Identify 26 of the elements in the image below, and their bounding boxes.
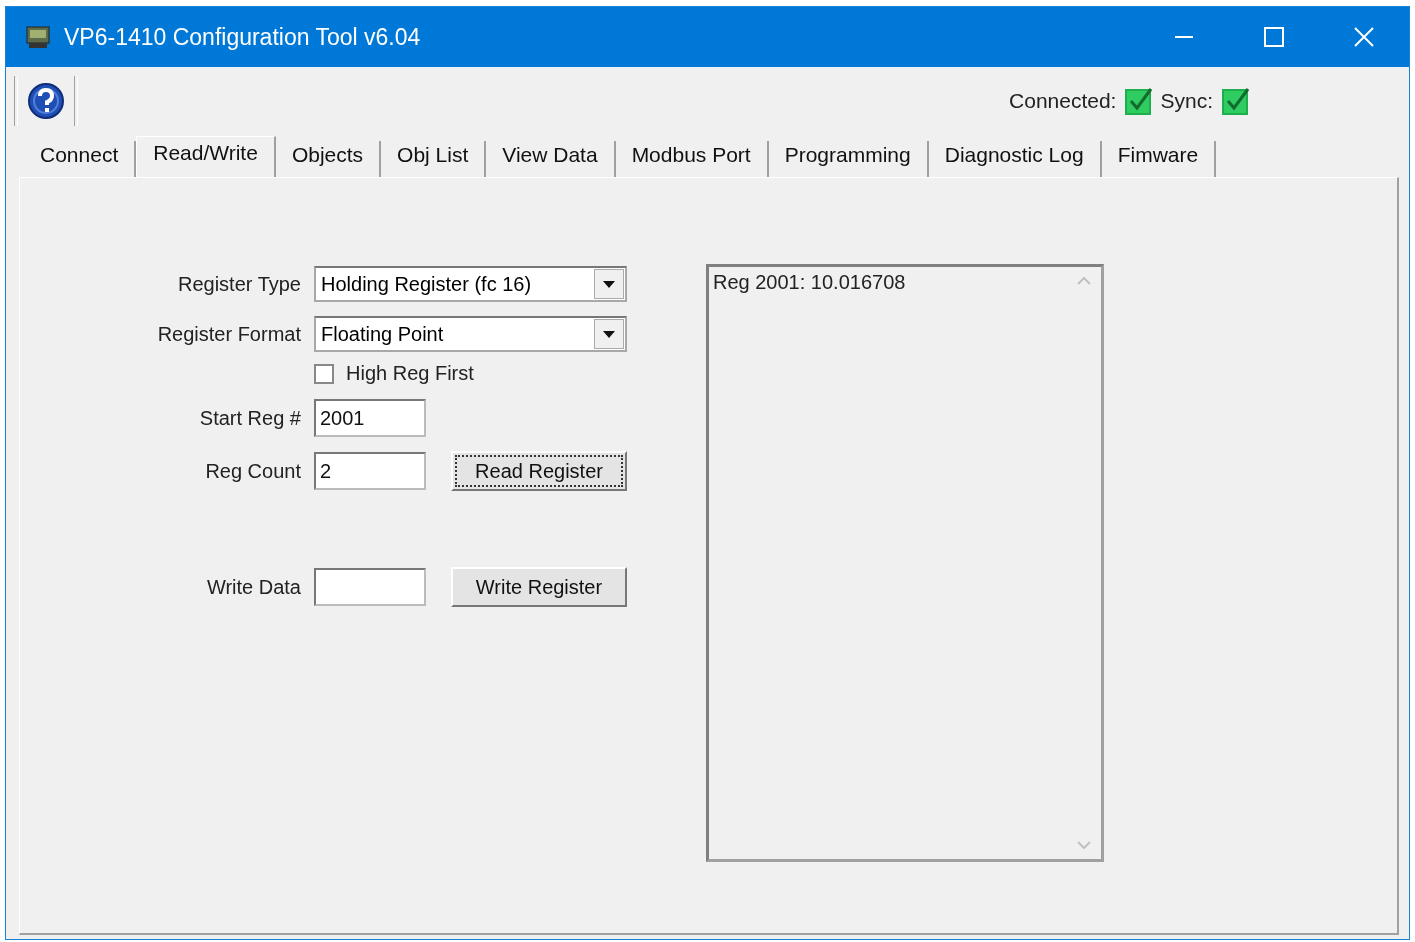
input-field[interactable]: 2001 xyxy=(314,399,426,437)
status-label: Connected: xyxy=(1009,89,1117,113)
output-line: Reg 2001: 10.016708 xyxy=(713,271,907,294)
maximize-icon[interactable] xyxy=(1264,27,1284,47)
field-label: Start Reg # xyxy=(198,406,301,430)
status-label: Sync: xyxy=(1160,89,1213,113)
field-label: Register Format xyxy=(156,322,301,346)
input-field[interactable]: 2 xyxy=(314,452,426,490)
tab[interactable]: Read/Write xyxy=(136,136,276,178)
dropdown[interactable]: Holding Register (fc 16) xyxy=(314,266,627,302)
input-field[interactable] xyxy=(314,568,426,606)
field-label: Write Data xyxy=(205,575,301,599)
caret-icon xyxy=(603,280,615,288)
checkbox-label: High Reg First xyxy=(346,362,474,385)
field-label: Register Type xyxy=(176,272,301,296)
dropdown[interactable]: Floating Point xyxy=(314,316,627,352)
device-icon xyxy=(26,25,50,49)
dropdown-button[interactable] xyxy=(594,269,624,299)
write-register-button[interactable]: Write Register xyxy=(451,567,627,607)
caret-icon xyxy=(603,330,615,338)
checkbox[interactable] xyxy=(314,363,334,384)
dropdown-button[interactable] xyxy=(594,319,624,349)
window-title: VP6-1410 Configuration Tool v6.04 xyxy=(64,23,422,51)
read-register-button[interactable]: Read Register xyxy=(451,451,627,491)
close-icon[interactable] xyxy=(1354,27,1374,47)
field-label: Reg Count xyxy=(204,459,301,483)
